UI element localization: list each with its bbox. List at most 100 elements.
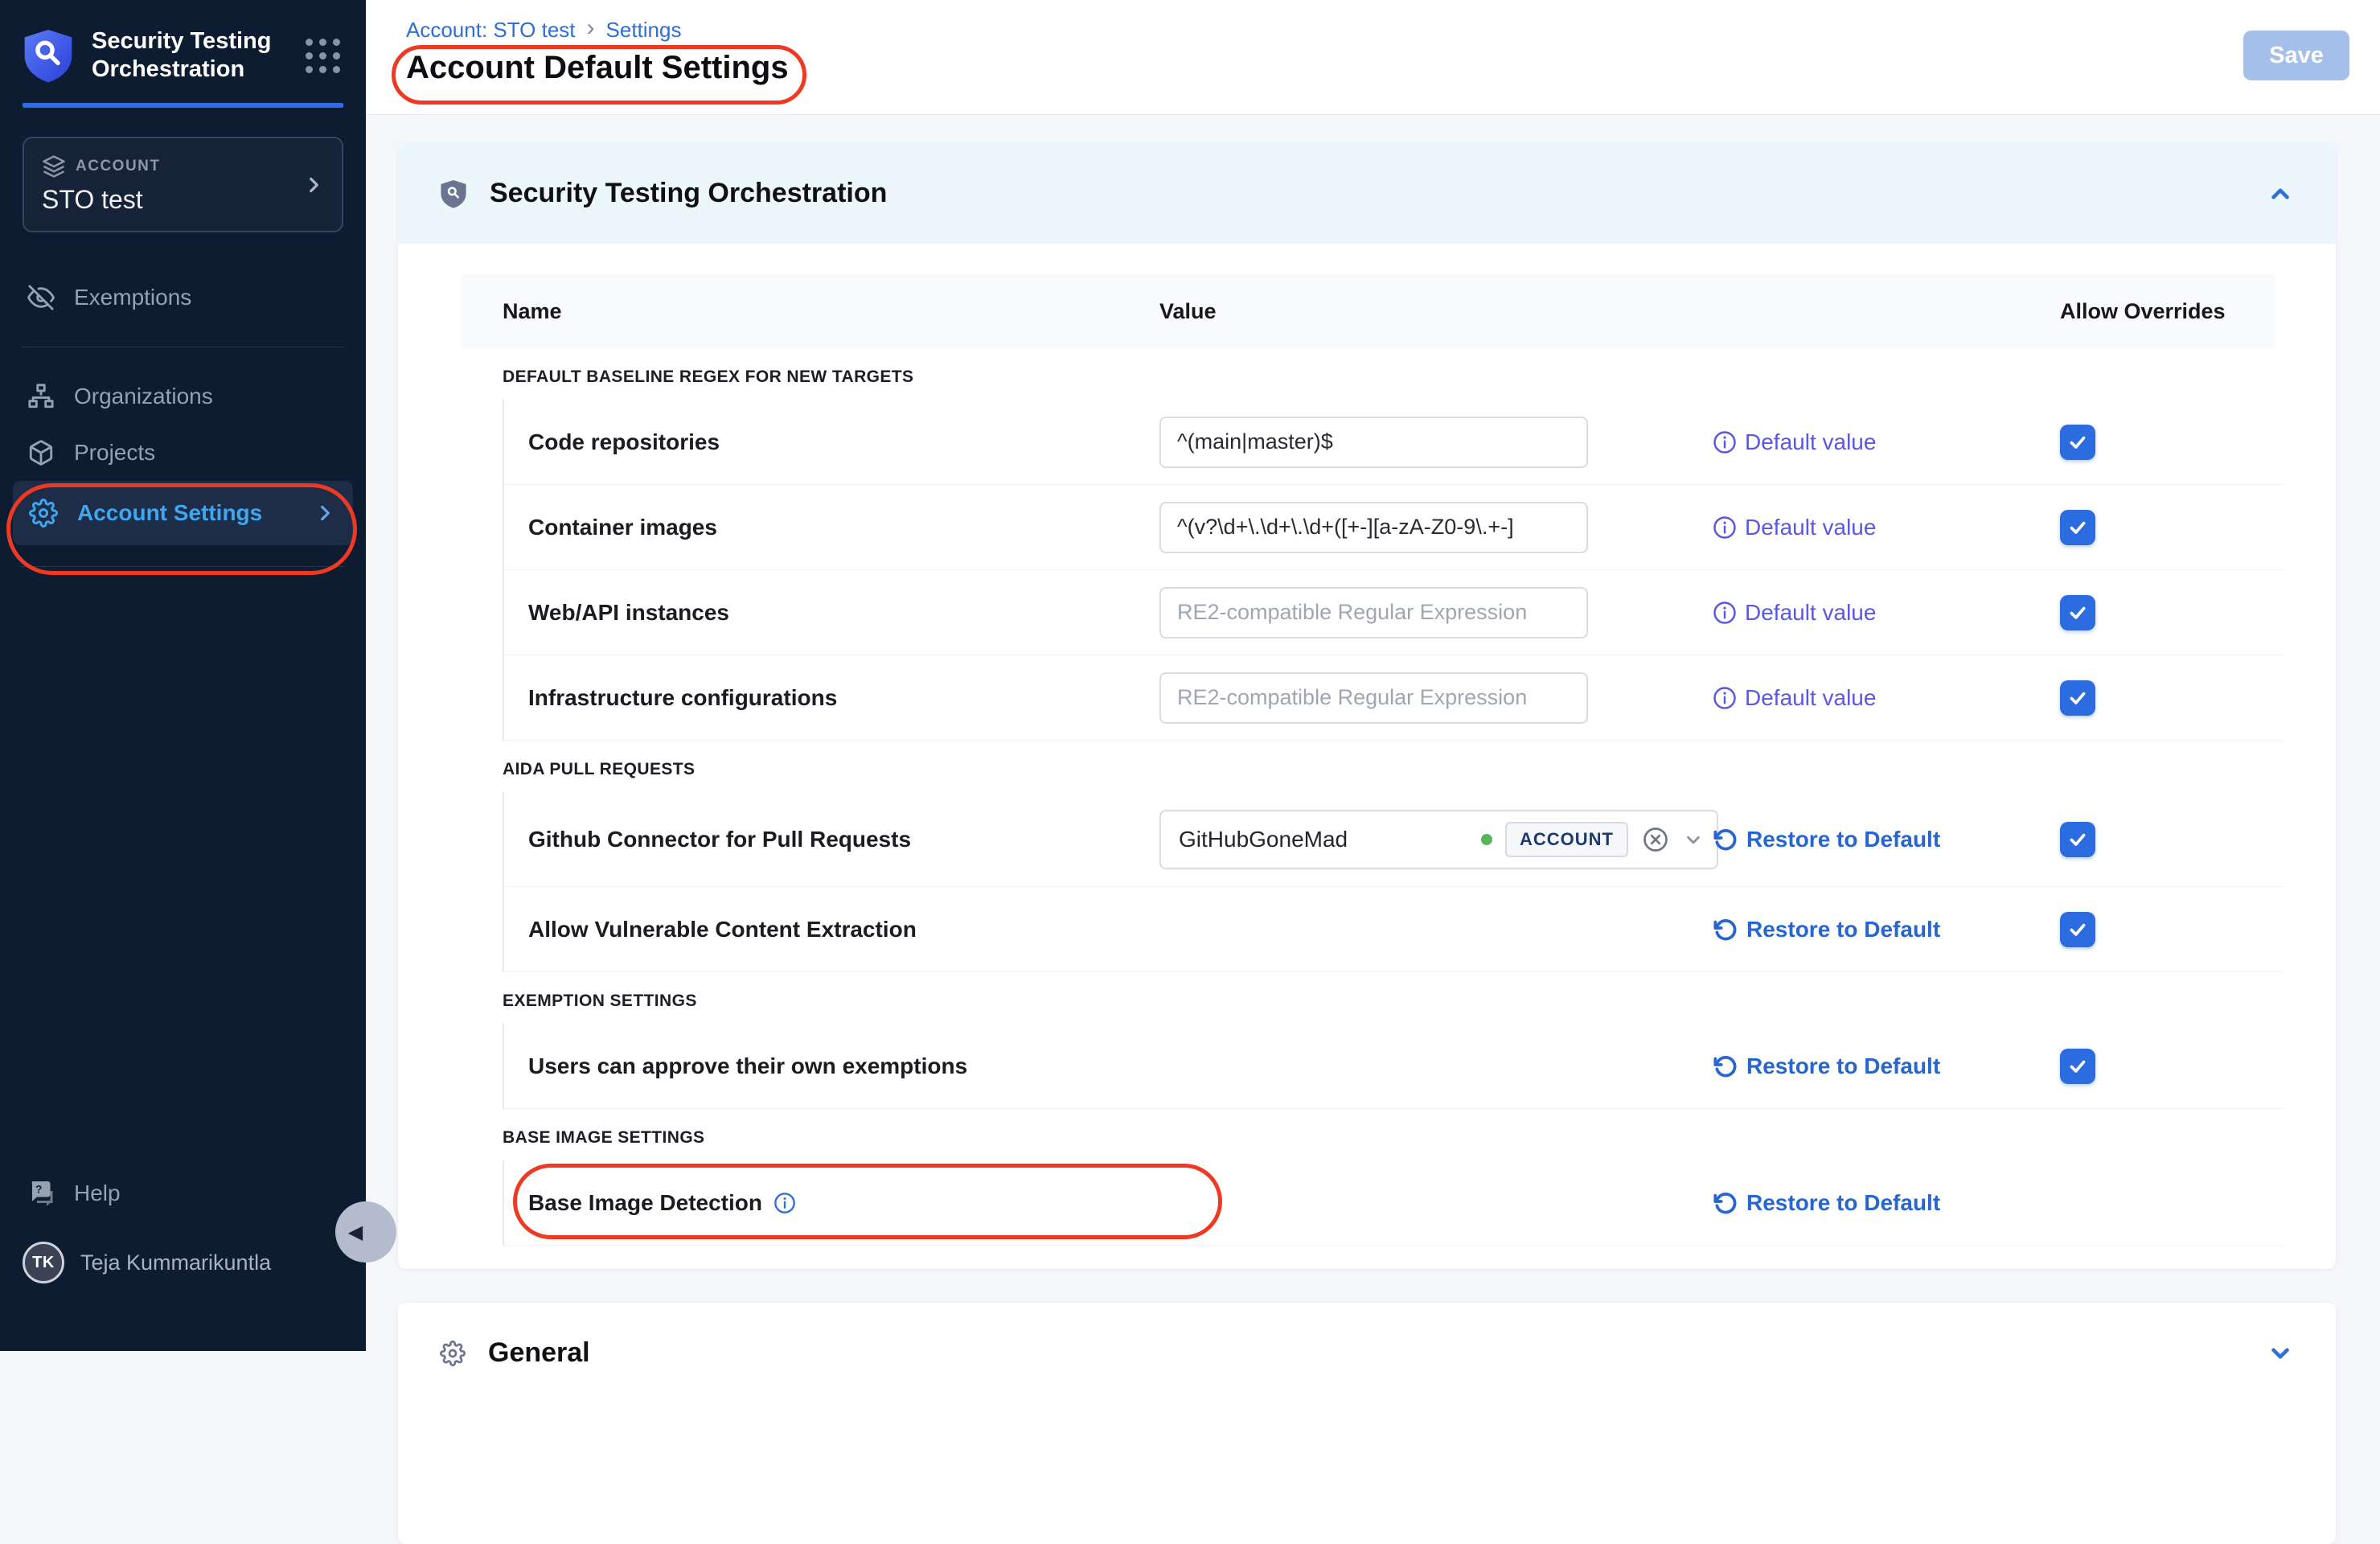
info-icon — [1713, 515, 1737, 540]
sto-module-logo-icon — [23, 27, 74, 84]
sidebar-item-exemptions[interactable]: Exemptions — [0, 269, 366, 326]
chevron-down-icon[interactable] — [2267, 1340, 2294, 1367]
table-row: Code repositories Default value — [504, 400, 2284, 485]
setting-label: Web/API instances — [528, 600, 1159, 626]
help-label: Help — [74, 1181, 121, 1206]
column-header-value: Value — [1159, 299, 1713, 324]
clear-icon[interactable] — [1641, 825, 1670, 854]
regex-input[interactable] — [1159, 587, 1588, 639]
sidebar-item-help[interactable]: ? Help — [0, 1164, 366, 1222]
chevron-down-icon[interactable] — [1683, 829, 1704, 850]
regex-input[interactable] — [1159, 502, 1588, 553]
table-row: Container images Default value — [504, 485, 2284, 570]
sidebar-item-projects[interactable]: Projects — [0, 425, 366, 481]
check-icon — [2067, 432, 2088, 453]
setting-label: Container images — [528, 515, 1159, 540]
breadcrumb-settings-link[interactable]: Settings — [606, 18, 682, 43]
table-row: Infrastructure configurations Default va… — [504, 655, 2284, 741]
allow-overrides-checkbox[interactable] — [2060, 1049, 2095, 1084]
sidebar-item-account-settings[interactable]: Account Settings — [13, 481, 353, 545]
module-switcher-icon[interactable] — [306, 39, 340, 73]
cube-icon — [27, 439, 55, 466]
check-icon — [2067, 919, 2088, 940]
shield-search-icon — [440, 179, 467, 209]
setting-label: Base Image Detection — [528, 1190, 762, 1216]
connector-select[interactable]: GitHubGoneMad ACCOUNT — [1159, 810, 1718, 869]
divider — [21, 566, 345, 567]
save-button[interactable]: Save — [2243, 31, 2349, 80]
table-row: Github Connector for Pull Requests GitHu… — [504, 792, 2284, 887]
allow-overrides-checkbox[interactable] — [2060, 595, 2095, 630]
allow-overrides-checkbox[interactable] — [2060, 822, 2095, 857]
restore-default-link[interactable]: Restore to Default — [1746, 917, 1940, 942]
default-value-link[interactable]: Default value — [1745, 600, 1876, 626]
allow-overrides-checkbox[interactable] — [2060, 510, 2095, 545]
sidebar-module-title: Security Testing Orchestration — [92, 27, 288, 84]
general-settings-card: General — [398, 1303, 2336, 1544]
column-header-overrides: Allow Overrides — [2060, 299, 2275, 324]
check-icon — [2067, 1056, 2088, 1077]
section-title: Security Testing Orchestration — [490, 178, 2244, 209]
group-label: AIDA PULL REQUESTS — [461, 741, 2284, 792]
restore-icon — [1713, 917, 1738, 942]
setting-label: Users can approve their own exemptions — [528, 1053, 1159, 1079]
gear-icon — [440, 1341, 466, 1366]
group-label: BASE IMAGE SETTINGS — [461, 1109, 2284, 1160]
breadcrumb: Account: STO test › Settings — [406, 16, 681, 43]
group-label: DEFAULT BASELINE REGEX FOR NEW TARGETS — [461, 348, 2284, 400]
regex-input[interactable] — [1159, 417, 1588, 468]
layers-icon — [42, 154, 66, 179]
breadcrumb-separator-icon: › — [587, 16, 595, 43]
table-row: Base Image Detection Restore to Default — [504, 1160, 2284, 1246]
default-value-link[interactable]: Default value — [1745, 515, 1876, 540]
sidebar-item-organizations[interactable]: Organizations — [0, 368, 366, 425]
restore-icon — [1713, 1190, 1738, 1216]
user-profile[interactable]: TK Teja Kummarikuntla — [0, 1222, 366, 1303]
regex-input[interactable] — [1159, 672, 1588, 724]
table-row: Allow Vulnerable Content Extraction Rest… — [504, 887, 2284, 972]
info-icon — [1713, 601, 1737, 625]
sidebar-item-label: Projects — [74, 440, 155, 466]
table-header: Name Value Allow Overrides — [461, 274, 2275, 348]
sidebar-item-label: Organizations — [74, 384, 213, 409]
account-scope-card[interactable]: ACCOUNT STO test — [23, 137, 343, 232]
default-value-link[interactable]: Default value — [1745, 429, 1876, 455]
connector-status-dot — [1481, 834, 1492, 845]
chevron-up-icon[interactable] — [2267, 180, 2294, 207]
column-header-name: Name — [503, 299, 1159, 324]
check-icon — [2067, 829, 2088, 850]
default-value-link[interactable]: Default value — [1745, 685, 1876, 711]
setting-label: Allow Vulnerable Content Extraction — [528, 917, 1159, 942]
module-accent-underline — [23, 103, 343, 108]
restore-default-link[interactable]: Restore to Default — [1746, 1053, 1940, 1079]
account-scope-label: ACCOUNT — [76, 158, 161, 175]
org-chart-icon — [27, 383, 55, 410]
sidebar-collapse-handle[interactable]: ◀ — [335, 1201, 396, 1263]
chevron-right-icon — [303, 175, 324, 195]
page-title: Account Default Settings — [406, 50, 789, 86]
allow-overrides-checkbox[interactable] — [2060, 912, 2095, 947]
restore-default-link[interactable]: Restore to Default — [1746, 827, 1940, 852]
section-title: General — [488, 1337, 2244, 1369]
avatar: TK — [23, 1242, 64, 1283]
check-icon — [2067, 688, 2088, 708]
account-name: STO test — [42, 185, 324, 215]
restore-default-link[interactable]: Restore to Default — [1746, 1190, 1940, 1216]
sto-settings-card: Security Testing Orchestration Name Valu… — [398, 143, 2336, 1269]
group-label: EXEMPTION SETTINGS — [461, 972, 2284, 1024]
group-rows: Code repositories Default value Containe… — [503, 400, 2284, 741]
sidebar: Security Testing Orchestration ACCOUNT S… — [0, 0, 366, 1351]
allow-overrides-checkbox[interactable] — [2060, 680, 2095, 716]
breadcrumb-account-link[interactable]: Account: STO test — [406, 18, 576, 43]
info-icon — [1713, 686, 1737, 710]
help-chat-icon: ? — [27, 1179, 56, 1208]
main-content: Security Testing Orchestration Name Valu… — [366, 115, 2380, 1351]
allow-overrides-checkbox[interactable] — [2060, 425, 2095, 460]
setting-label: Github Connector for Pull Requests — [528, 827, 1159, 852]
chevron-right-icon — [314, 503, 335, 524]
info-icon[interactable] — [774, 1192, 796, 1214]
sidebar-item-label: Account Settings — [77, 500, 262, 526]
connector-name: GitHubGoneMad — [1179, 827, 1468, 852]
user-name: Teja Kummarikuntla — [80, 1250, 271, 1275]
sidebar-item-label: Exemptions — [74, 285, 191, 310]
